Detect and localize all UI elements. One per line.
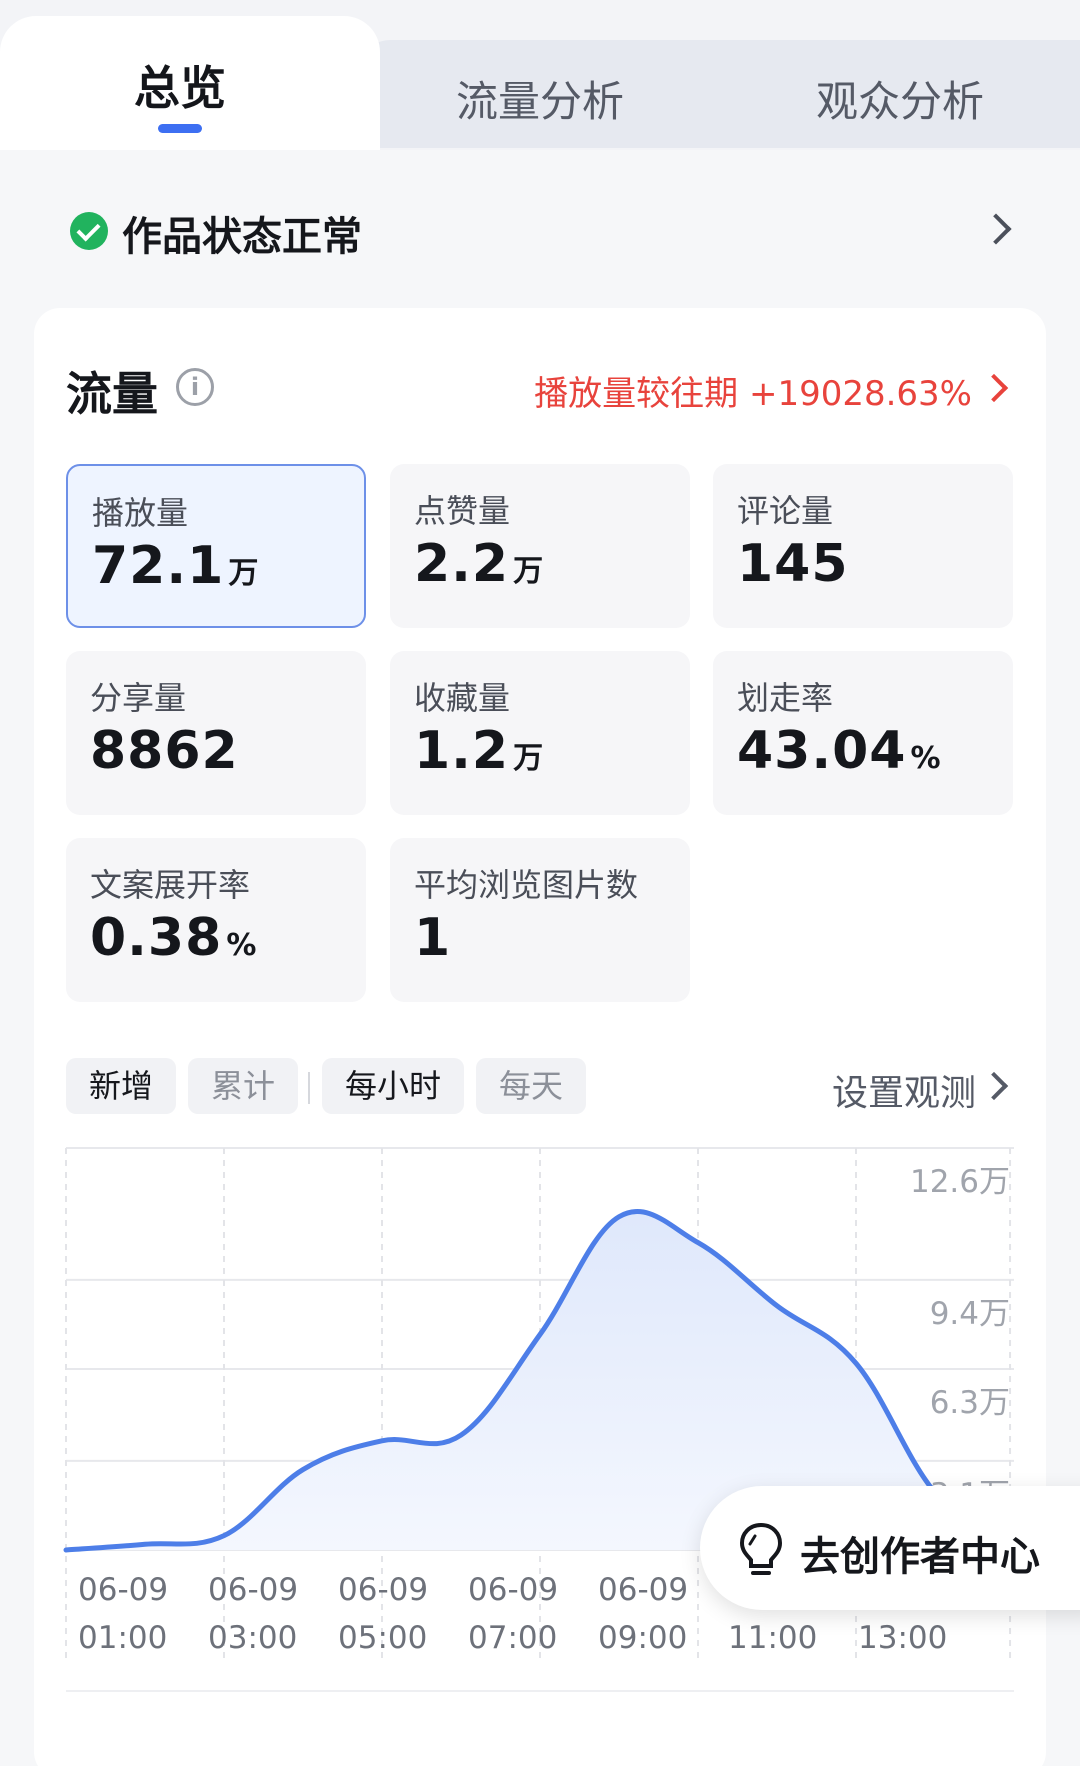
- metric-card-shares[interactable]: 分享量 8862: [66, 651, 366, 815]
- chip-cumulative[interactable]: 累计: [188, 1058, 298, 1114]
- divider: [66, 1690, 1014, 1692]
- traffic-chart: 12.6万9.4万6.3万3.1万 06-0901:0006-0903:0006…: [63, 1147, 1017, 1660]
- metric-value: 8862: [90, 721, 239, 781]
- metric-label: 播放量: [92, 494, 189, 532]
- metric-card-comments[interactable]: 评论量 145: [713, 464, 1013, 628]
- x-tick-time: 07:00: [468, 1620, 557, 1656]
- check-circle-icon: [70, 212, 108, 250]
- chip-daily[interactable]: 每天: [476, 1058, 586, 1114]
- work-status-text: 作品状态正常: [122, 214, 362, 260]
- metric-label: 点赞量: [414, 492, 511, 530]
- y-tick-label: 12.6万: [910, 1164, 1010, 1200]
- x-tick-date: 06-09: [78, 1572, 168, 1608]
- metric-card-caption-expand-rate[interactable]: 文案展开率 0.38%: [66, 838, 366, 1002]
- creator-center-label: 去创作者中心: [800, 1534, 1040, 1580]
- metric-value: 1.2 万: [414, 721, 545, 781]
- chip-hourly[interactable]: 每小时: [322, 1058, 464, 1114]
- metric-card-favorites[interactable]: 收藏量 1.2 万: [390, 651, 690, 815]
- metric-card-plays[interactable]: 播放量 72.1 万: [66, 464, 366, 628]
- metric-card-avg-images-viewed[interactable]: 平均浏览图片数 1: [390, 838, 690, 1002]
- metric-label: 收藏量: [414, 679, 511, 717]
- x-tick-time: 01:00: [78, 1620, 167, 1656]
- x-tick-date: 06-09: [598, 1572, 688, 1608]
- y-tick-label: 9.4万: [930, 1296, 1010, 1332]
- metric-card-likes[interactable]: 点赞量 2.2 万: [390, 464, 690, 628]
- metric-card-swipe-rate[interactable]: 划走率 43.04%: [713, 651, 1013, 815]
- metric-value: 1: [414, 908, 452, 968]
- x-tick-time: 11:00: [728, 1620, 817, 1656]
- tab-overview[interactable]: 总览: [60, 52, 300, 118]
- tab-active-indicator: [158, 124, 202, 133]
- metric-label: 分享量: [90, 679, 187, 717]
- x-tick-date: 06-09: [338, 1572, 428, 1608]
- x-tick-date: 06-09: [208, 1572, 298, 1608]
- tab-audience-analysis[interactable]: 观众分析: [780, 68, 1020, 129]
- play-compare-link[interactable]: 播放量较往期 +19028.63%: [534, 366, 972, 415]
- tab-bar: 总览 流量分析 观众分析: [0, 0, 1080, 166]
- chip-divider: [308, 1072, 310, 1104]
- x-tick-time: 03:00: [208, 1620, 297, 1656]
- x-tick-time: 05:00: [338, 1620, 427, 1656]
- tab-traffic-analysis[interactable]: 流量分析: [420, 68, 660, 129]
- metric-value: 43.04%: [737, 721, 942, 781]
- metric-label: 划走率: [737, 679, 834, 717]
- y-tick-label: 6.3万: [930, 1385, 1010, 1421]
- metric-value: 0.38%: [90, 908, 258, 968]
- chip-new[interactable]: 新增: [66, 1058, 176, 1114]
- set-observation-link[interactable]: 设置观测: [832, 1064, 976, 1116]
- metric-value: 72.1 万: [92, 536, 260, 596]
- info-icon[interactable]: i: [176, 368, 214, 406]
- x-tick-date: 06-09: [468, 1572, 558, 1608]
- metric-value: 145: [737, 534, 849, 594]
- lightbulb-icon: [739, 1522, 783, 1575]
- x-tick-time: 09:00: [598, 1620, 687, 1656]
- metric-label: 评论量: [737, 492, 834, 530]
- x-tick-time: 13:00: [858, 1620, 947, 1656]
- metric-label: 平均浏览图片数: [414, 866, 639, 904]
- section-title: 流量: [66, 367, 158, 421]
- metric-label: 文案展开率: [90, 866, 251, 904]
- metric-value: 2.2 万: [414, 534, 545, 594]
